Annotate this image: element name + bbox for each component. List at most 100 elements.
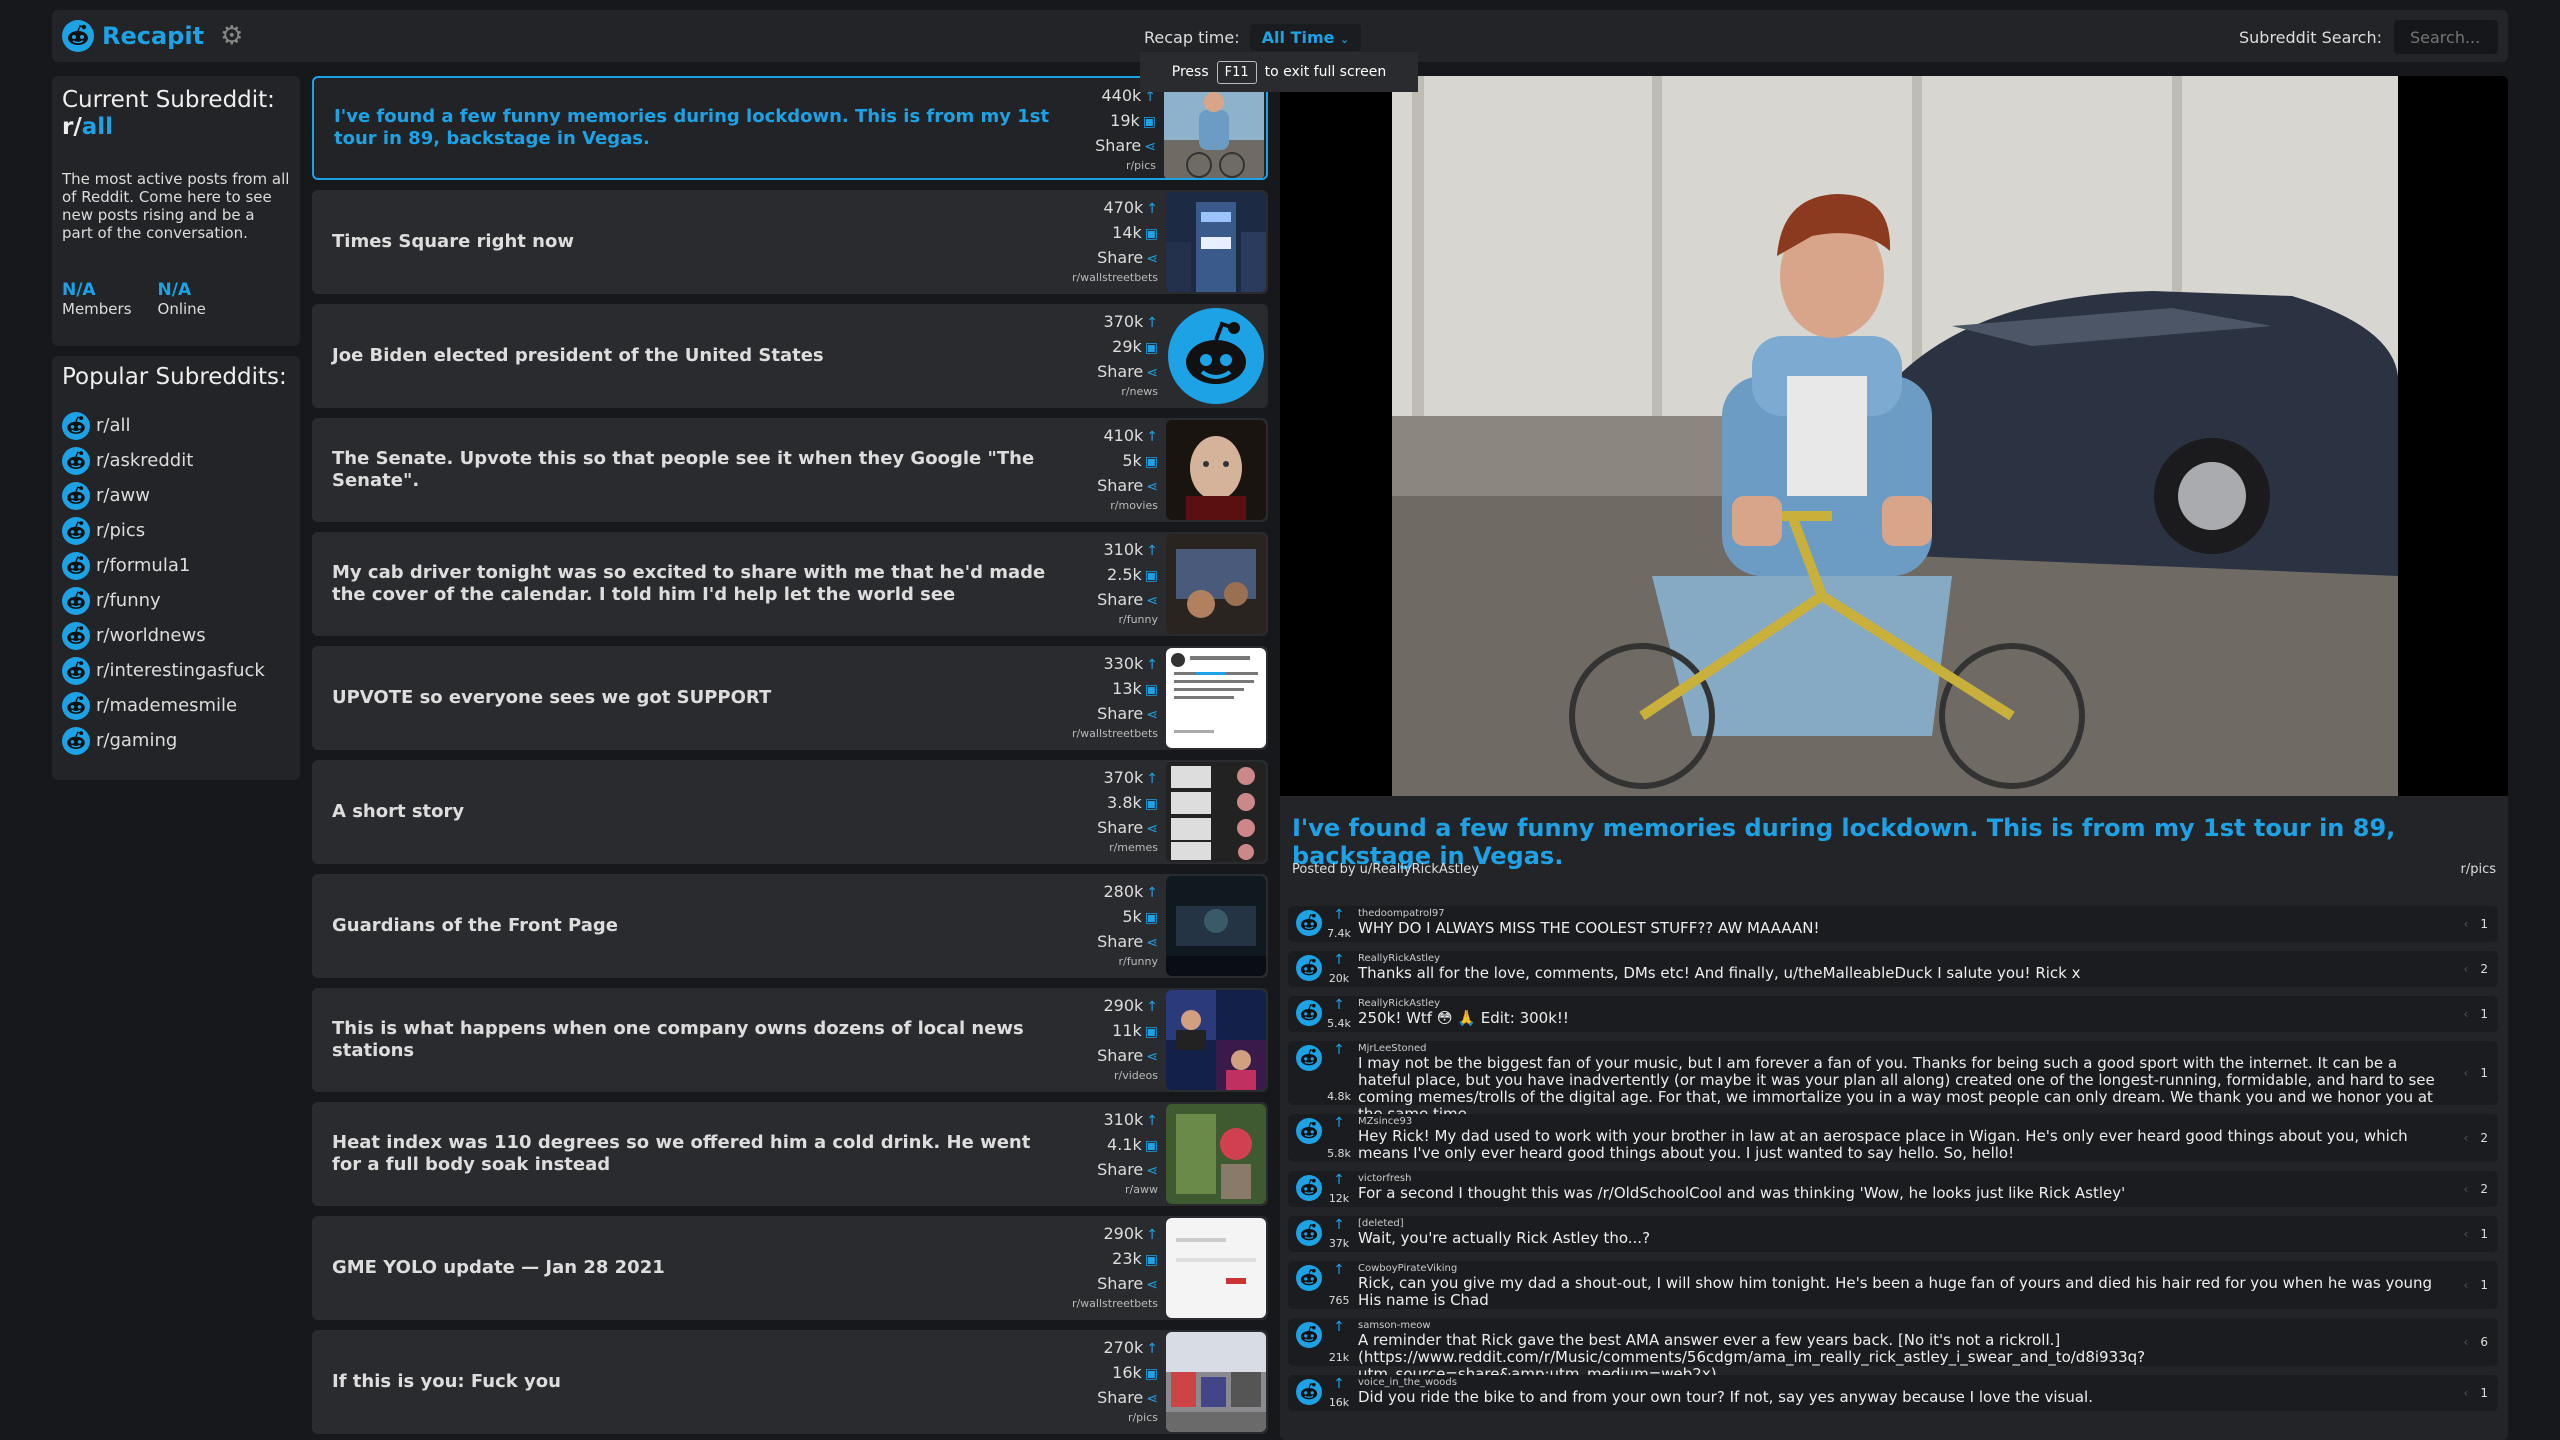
- share-button[interactable]: Share ⋖: [1097, 360, 1158, 385]
- popular-subreddit-item[interactable]: r/all: [62, 408, 290, 443]
- post-subreddit[interactable]: r/pics: [1097, 1411, 1158, 1425]
- comment-author[interactable]: [deleted]: [1358, 1218, 1404, 1229]
- post-title[interactable]: The Senate. Upvote this so that people s…: [332, 418, 1052, 522]
- post-subreddit[interactable]: r/wallstreetbets: [1072, 1297, 1158, 1311]
- comment-author[interactable]: voice_in_the_woods: [1358, 1377, 1457, 1388]
- search-input[interactable]: [2394, 20, 2498, 54]
- post-title[interactable]: If this is you: Fuck you: [332, 1330, 1052, 1434]
- post-card[interactable]: Heat index was 110 degrees so we offered…: [312, 1102, 1268, 1206]
- post-title[interactable]: Guardians of the Front Page: [332, 874, 1052, 978]
- upvote-arrow-icon[interactable]: ↑: [1146, 657, 1158, 673]
- post-thumbnail[interactable]: [1166, 990, 1266, 1090]
- upvote-arrow-icon[interactable]: ↑: [1146, 999, 1158, 1015]
- comment-icon[interactable]: ▣: [1143, 114, 1156, 130]
- upvote-arrow-icon[interactable]: ↑: [1146, 1227, 1158, 1243]
- comment-author[interactable]: CowboyPirateViking: [1358, 1263, 1457, 1274]
- post-title[interactable]: A short story: [332, 760, 1052, 864]
- reply-count[interactable]: ‹ 1: [2464, 917, 2488, 931]
- post-thumbnail[interactable]: [1166, 876, 1266, 976]
- post-card[interactable]: I've found a few funny memories during l…: [312, 76, 1268, 180]
- reply-count[interactable]: ‹ 1: [2464, 1007, 2488, 1021]
- comment-author[interactable]: victorfresh: [1358, 1173, 1411, 1184]
- post-title[interactable]: UPVOTE so everyone sees we got SUPPORT: [332, 646, 1052, 750]
- post-subreddit[interactable]: r/wallstreetbets: [1072, 727, 1158, 741]
- post-thumbnail[interactable]: [1166, 762, 1266, 862]
- upvote-arrow-icon[interactable]: ↑: [1146, 315, 1158, 331]
- upvote-arrow-icon[interactable]: ↑: [1146, 1341, 1158, 1357]
- comment-author[interactable]: samson-meow: [1358, 1320, 1431, 1331]
- post-subreddit[interactable]: r/videos: [1097, 1069, 1158, 1083]
- post-image[interactable]: [1392, 76, 2398, 796]
- upvote-arrow-icon[interactable]: ↑: [1146, 1113, 1158, 1129]
- comment-upvote-icon[interactable]: ↑: [1326, 1218, 1352, 1232]
- share-button[interactable]: Share ⋖: [1072, 702, 1158, 727]
- post-card[interactable]: A short story 370k ↑ 3.8k ▣ Share ⋖ r/memes: [312, 760, 1268, 864]
- post-card[interactable]: Guardians of the Front Page 280k ↑ 5k ▣ Share…: [312, 874, 1268, 978]
- comment-upvote-icon[interactable]: ↑: [1326, 1320, 1352, 1334]
- post-subreddit[interactable]: r/funny: [1097, 613, 1158, 627]
- comment-icon[interactable]: ▣: [1145, 340, 1158, 356]
- comment-icon[interactable]: ▣: [1145, 568, 1158, 584]
- post-thumbnail[interactable]: [1164, 80, 1264, 178]
- post-subreddit[interactable]: r/aww: [1097, 1183, 1158, 1197]
- reply-count[interactable]: ‹ 6: [2464, 1335, 2488, 1349]
- upvote-arrow-icon[interactable]: ↑: [1146, 771, 1158, 787]
- upvote-arrow-icon[interactable]: ↑: [1146, 429, 1158, 445]
- post-thumbnail[interactable]: [1166, 1332, 1266, 1432]
- post-thumbnail[interactable]: [1166, 1218, 1266, 1318]
- share-button[interactable]: Share ⋖: [1072, 1272, 1158, 1297]
- reply-count[interactable]: ‹ 2: [2464, 962, 2488, 976]
- comment-icon[interactable]: ▣: [1145, 796, 1158, 812]
- comment-icon[interactable]: ▣: [1145, 1366, 1158, 1382]
- post-card[interactable]: Joe Biden elected president of the Unite…: [312, 304, 1268, 408]
- share-button[interactable]: Share ⋖: [1097, 816, 1158, 841]
- post-title[interactable]: Times Square right now: [332, 190, 1052, 294]
- comment-upvote-icon[interactable]: ↑: [1326, 1263, 1352, 1277]
- post-subreddit[interactable]: r/pics: [1095, 159, 1156, 173]
- share-button[interactable]: Share ⋖: [1095, 134, 1156, 159]
- comment-upvote-icon[interactable]: ↑: [1326, 1173, 1352, 1187]
- share-button[interactable]: Share ⋖: [1097, 588, 1158, 613]
- comment-icon[interactable]: ▣: [1145, 226, 1158, 242]
- post-thumbnail[interactable]: [1166, 420, 1266, 520]
- logo[interactable]: Recapit ⚙: [62, 20, 243, 52]
- settings-gear-icon[interactable]: ⚙: [220, 23, 243, 49]
- comment-upvote-icon[interactable]: ↑: [1326, 1043, 1352, 1057]
- popular-subreddit-item[interactable]: r/aww: [62, 478, 290, 513]
- popular-subreddit-item[interactable]: r/gaming: [62, 723, 290, 758]
- post-subreddit[interactable]: r/funny: [1097, 955, 1158, 969]
- reply-count[interactable]: ‹ 1: [2464, 1066, 2488, 1080]
- comment-author[interactable]: MjrLeeStoned: [1358, 1043, 1426, 1054]
- upvote-arrow-icon[interactable]: ↑: [1146, 543, 1158, 559]
- comment-icon[interactable]: ▣: [1145, 682, 1158, 698]
- post-thumbnail[interactable]: [1166, 306, 1266, 406]
- share-button[interactable]: Share ⋖: [1097, 930, 1158, 955]
- post-title[interactable]: GME YOLO update — Jan 28 2021: [332, 1216, 1052, 1320]
- comment-upvote-icon[interactable]: ↑: [1326, 998, 1352, 1012]
- share-button[interactable]: Share ⋖: [1097, 1386, 1158, 1411]
- popular-subreddit-item[interactable]: r/worldnews: [62, 618, 290, 653]
- post-thumbnail[interactable]: [1166, 534, 1266, 634]
- comment-upvote-icon[interactable]: ↑: [1326, 1116, 1352, 1130]
- comment-icon[interactable]: ▣: [1145, 1252, 1158, 1268]
- popular-subreddit-item[interactable]: r/formula1: [62, 548, 290, 583]
- reply-count[interactable]: ‹ 2: [2464, 1182, 2488, 1196]
- comment-upvote-icon[interactable]: ↑: [1326, 908, 1352, 922]
- post-thumbnail[interactable]: [1166, 192, 1266, 292]
- comment-author[interactable]: ReallyRickAstley: [1358, 998, 1440, 1009]
- reply-count[interactable]: ‹ 1: [2464, 1227, 2488, 1241]
- post-title[interactable]: This is what happens when one company ow…: [332, 988, 1052, 1092]
- popular-subreddit-item[interactable]: r/funny: [62, 583, 290, 618]
- recap-time-select[interactable]: All Time ⌄: [1249, 24, 1362, 51]
- comment-icon[interactable]: ▣: [1145, 1138, 1158, 1154]
- comment-author[interactable]: ReallyRickAstley: [1358, 953, 1440, 964]
- post-thumbnail[interactable]: [1166, 648, 1266, 748]
- post-title[interactable]: My cab driver tonight was so excited to …: [332, 532, 1052, 636]
- detail-subreddit[interactable]: r/pics: [2460, 862, 2496, 877]
- post-card[interactable]: My cab driver tonight was so excited to …: [312, 532, 1268, 636]
- upvote-arrow-icon[interactable]: ↑: [1146, 201, 1158, 217]
- reply-count[interactable]: ‹ 2: [2464, 1131, 2488, 1145]
- post-subreddit[interactable]: r/memes: [1097, 841, 1158, 855]
- post-card[interactable]: This is what happens when one company ow…: [312, 988, 1268, 1092]
- comment-icon[interactable]: ▣: [1145, 454, 1158, 470]
